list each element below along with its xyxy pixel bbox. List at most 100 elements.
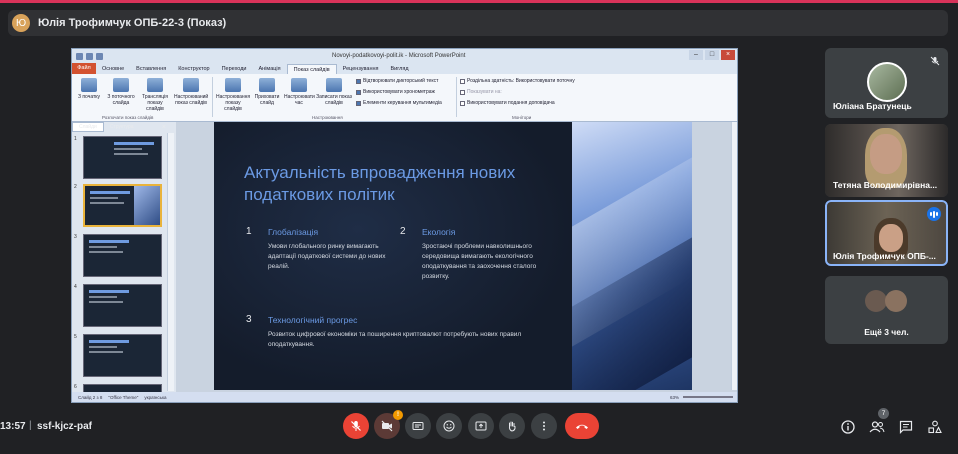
chat-icon[interactable] — [898, 419, 914, 435]
ppt-tab-animations: Анімація — [258, 66, 281, 72]
avatar — [867, 62, 907, 102]
slide-thumbnail-3 — [83, 234, 162, 277]
maximize-icon: □ — [705, 50, 719, 60]
meeting-code: ssf-kjcz-paf — [37, 421, 93, 432]
leave-call-button[interactable] — [565, 413, 599, 439]
tab-slides: Слайди — [72, 122, 104, 132]
ppt-tab-home: Основне — [102, 66, 125, 72]
slideshow-start-icon — [81, 78, 97, 92]
tab-outline: Структура — [109, 124, 134, 130]
meeting-controls-bar: 13:57 | ssf-kjcz-paf ! 7 — [0, 406, 958, 454]
ppt-tab-transitions: Переходи — [221, 66, 247, 72]
ppt-tab-design: Конструктор — [178, 66, 210, 72]
check-narration: Відтворювати дикторський текст — [356, 78, 438, 84]
ribbon-group-start: Розпочати показ слайдів — [102, 115, 154, 120]
thumb-number: 2 — [74, 184, 77, 190]
ribbon-from-beginning: З початку — [74, 78, 104, 100]
thumb-number: 1 — [74, 136, 77, 142]
participant-tile-3[interactable]: Юлія Трофимчук ОПБ-... — [825, 200, 948, 268]
slide-title: Актуальність впровадження нових податков… — [244, 163, 516, 204]
zoom-slider — [683, 396, 733, 398]
item-body: Умови глобального ринку вимагають адапта… — [268, 243, 386, 270]
more-options-button[interactable] — [531, 413, 557, 439]
monitor-resolution: Роздільна здатність: Використовувати пот… — [460, 78, 575, 84]
slides-panel: Слайди Структура × 1 2 3 4 5 6 — [72, 122, 175, 394]
undo-icon — [96, 52, 103, 60]
avatar — [865, 290, 887, 312]
item-body: Розвиток цифрової економіки та поширення… — [268, 331, 522, 348]
ribbon-separator — [456, 77, 457, 117]
presenter-avatar: Ю — [12, 14, 30, 32]
thumb-number: 6 — [74, 384, 77, 390]
ppt-tab-insert: Вставлення — [136, 66, 167, 72]
slide-thumbnail-2 — [83, 184, 162, 227]
close-icon: × — [721, 50, 735, 60]
slide-thumbnail-5 — [83, 334, 162, 377]
ppt-status-bar: Слайд 2 з 8 "Office Theme" українська 63… — [72, 392, 737, 402]
meeting-info-icon[interactable] — [840, 419, 856, 435]
close-panel-icon: × — [161, 123, 166, 131]
camera-toggle-button[interactable]: ! — [374, 410, 403, 439]
setup-show-icon — [225, 78, 241, 92]
slides-panel-scrollbar — [167, 133, 174, 391]
participant-tile-1[interactable]: Юліана Братунець — [825, 48, 948, 118]
more-participants-label: Ещё 3 чел. — [864, 327, 909, 337]
mic-toggle-button[interactable] — [343, 413, 369, 439]
current-slide: Актуальність впровадження нових податков… — [214, 122, 692, 390]
hide-slide-icon — [259, 78, 275, 92]
slideshow-current-icon — [113, 78, 129, 92]
participant-name: Тетяна Володимирівна... — [833, 180, 938, 190]
ribbon-record-show: Записати показ слайдів — [316, 78, 352, 106]
ppt-ribbon-tabs: Файл Основне Вставлення Конструктор Пере… — [72, 63, 737, 74]
people-count-badge: 7 — [878, 408, 889, 419]
activities-icon[interactable] — [927, 419, 943, 435]
captions-icon — [412, 422, 424, 430]
check-timings: Використовувати хронометраж — [356, 89, 435, 95]
ppt-logo-icon — [76, 52, 83, 60]
custom-show-icon — [183, 78, 199, 92]
participant-name: Юліана Братунець — [833, 101, 912, 111]
check-presenter-view: Використовувати подання доповідача — [460, 100, 555, 106]
ppt-tab-review: Рецензування — [342, 66, 379, 72]
shared-powerpoint-window: Novoyi-podatkovoyi-polit.ik - Microsoft … — [71, 48, 738, 403]
timer-icon — [291, 78, 307, 92]
status-slide-count: Слайд 2 з 8 — [78, 394, 103, 400]
people-icon[interactable] — [869, 419, 885, 435]
reactions-button[interactable] — [436, 413, 462, 439]
presentation-banner[interactable]: Ю Юлія Трофимчук ОПБ-22-3 (Показ) — [8, 10, 948, 36]
top-accent-line — [0, 0, 958, 3]
item-heading: Технологічний прогрес — [268, 315, 358, 325]
participant-tile-2[interactable]: Тетяна Володимирівна... — [825, 124, 948, 197]
captions-button[interactable] — [405, 413, 431, 439]
ribbon-broadcast: Трансляція показу слайдів — [138, 78, 172, 112]
broadcast-icon — [147, 78, 163, 92]
ribbon-hide-slide: Приховати слайд — [252, 78, 282, 106]
save-icon — [86, 52, 93, 60]
item-number: 3 — [246, 314, 252, 325]
participant-name: Юлія Трофимчук ОПБ-... — [833, 251, 936, 261]
ribbon-separator — [212, 77, 213, 117]
raise-hand-button[interactable] — [499, 413, 525, 439]
status-language: українська — [144, 394, 167, 400]
slide-scrollbar — [731, 122, 737, 390]
ribbon-custom-show: Настроюваний показ слайдів — [174, 78, 208, 106]
speaking-indicator-icon — [927, 207, 941, 221]
more-participants-tile[interactable]: Ещё 3 чел. — [825, 276, 948, 344]
present-screen-button[interactable] — [468, 413, 494, 439]
minimize-icon: – — [689, 50, 703, 60]
more-vertical-icon — [543, 421, 545, 431]
present-icon — [475, 421, 487, 431]
camera-warning-badge: ! — [393, 410, 403, 420]
mic-off-icon — [930, 56, 940, 66]
hand-icon — [508, 421, 516, 432]
ribbon-group-monitors: Монітори — [512, 115, 532, 120]
slide-thumbnail-1 — [83, 136, 162, 179]
slide-decorative-art — [572, 122, 692, 390]
slides-panel-tabs: Слайди Структура × — [72, 122, 175, 132]
quick-access-toolbar — [76, 52, 103, 60]
presentation-title: Юлія Трофимчук ОПБ-22-3 (Показ) — [38, 17, 227, 29]
ppt-title-bar: Novoyi-podatkovoyi-polit.ik - Microsoft … — [72, 49, 737, 63]
divider: | — [29, 420, 32, 431]
ribbon-from-current: З поточного слайда — [106, 78, 136, 106]
item-number: 2 — [400, 226, 406, 237]
